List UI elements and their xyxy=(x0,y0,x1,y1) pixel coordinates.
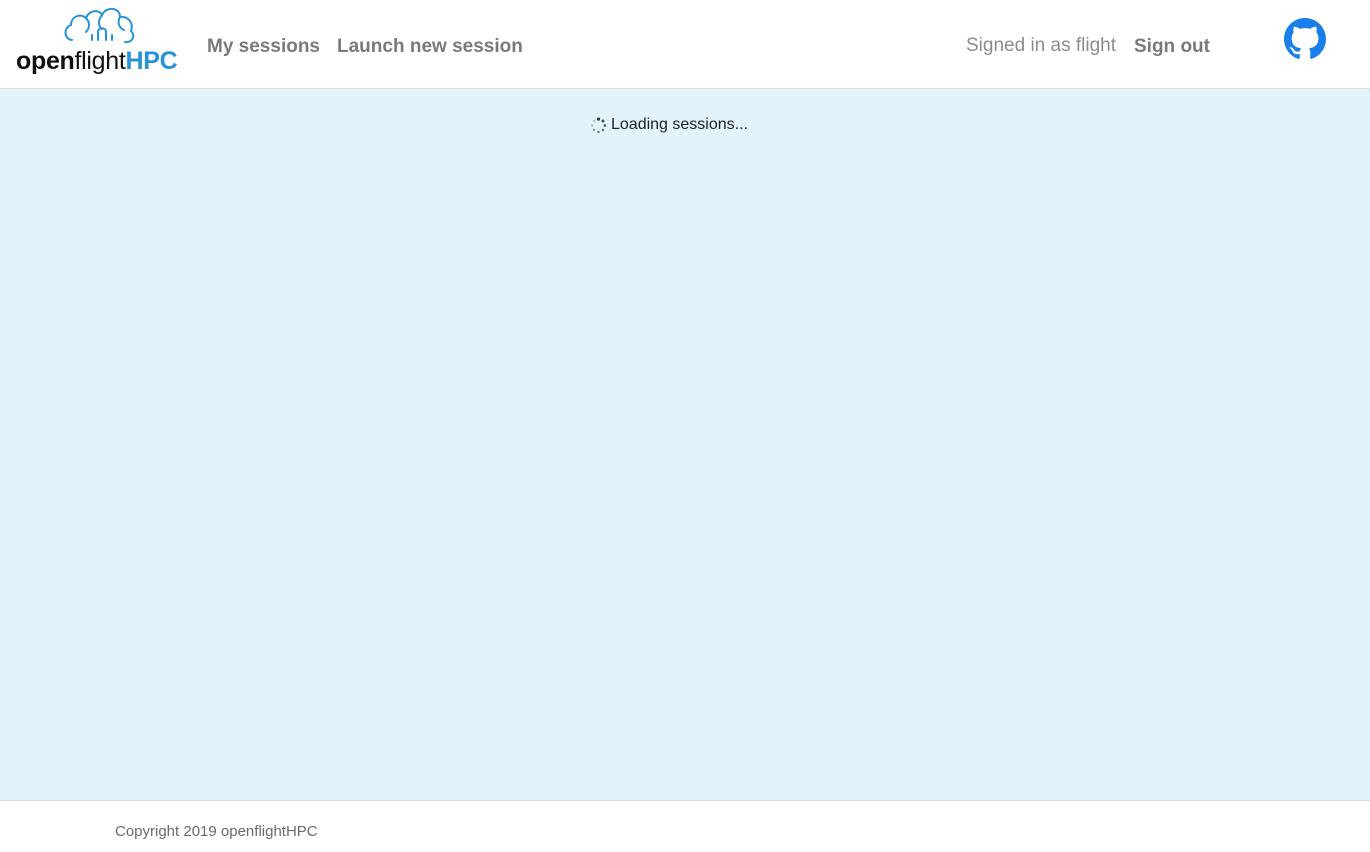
brand-open: open xyxy=(16,47,75,75)
brand-wordmark: openflightHPC xyxy=(16,46,178,76)
sign-out-link[interactable]: Sign out xyxy=(1134,36,1210,58)
copyright-text: Copyright 2019 openflightHPC xyxy=(115,823,318,840)
signed-in-text: Signed in as flight xyxy=(966,35,1116,56)
navbar: openflightHPC My sessions Launch new ses… xyxy=(0,0,1370,89)
nav-my-sessions-link[interactable]: My sessions xyxy=(207,36,320,58)
loading-text: Loading sessions... xyxy=(611,116,748,133)
nav-launch-new-session-link[interactable]: Launch new session xyxy=(337,36,523,58)
github-icon[interactable] xyxy=(1284,18,1326,60)
brand-logo[interactable]: openflightHPC xyxy=(16,2,186,80)
footer: Copyright 2019 openflightHPC xyxy=(0,800,1370,852)
brand-hpc: HPC xyxy=(125,47,178,75)
spinner-icon xyxy=(591,117,607,133)
brand-flight: flight xyxy=(74,47,126,75)
main-content: Loading sessions... xyxy=(0,89,1370,800)
cloud-icon xyxy=(64,7,135,44)
loading-indicator: Loading sessions... xyxy=(590,116,748,134)
